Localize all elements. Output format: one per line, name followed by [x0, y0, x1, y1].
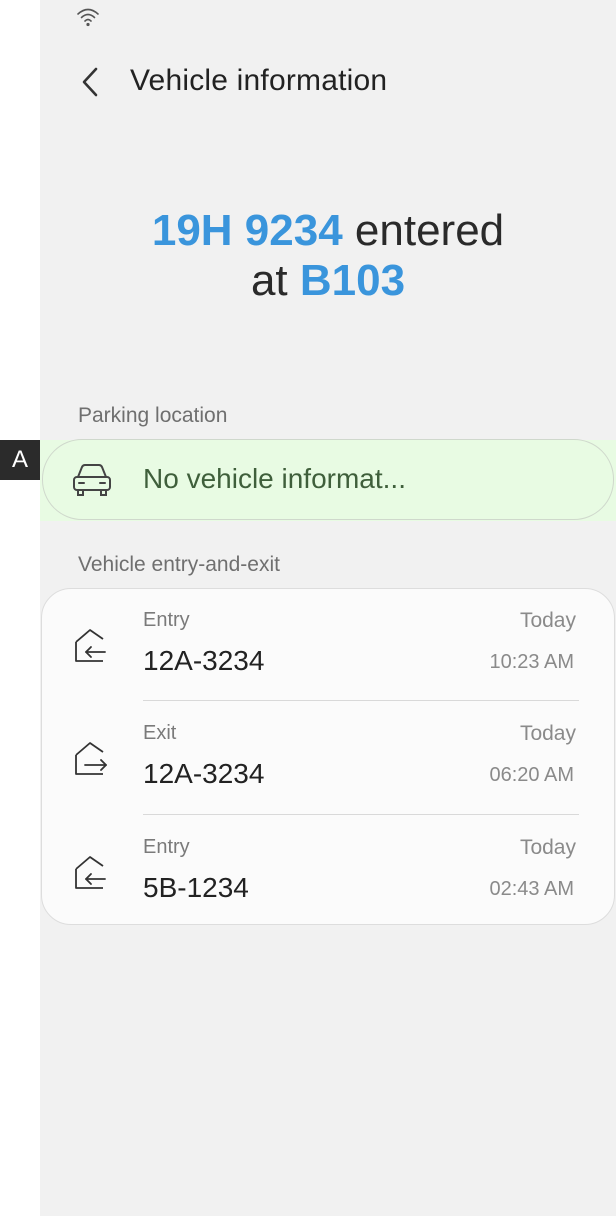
- summary-entered-text: entered: [354, 206, 505, 255]
- parking-status-text: No vehicle informat...: [143, 463, 406, 494]
- app-screen: Vehicle information 19H 9234 entered at …: [40, 0, 616, 1216]
- summary-at-text: at: [250, 256, 288, 305]
- entry-type: Entry: [143, 609, 190, 631]
- entry-exit-list: Entry 12A-3234 Today 10:23 AM Exit 12A-3…: [41, 588, 615, 925]
- summary-location: B103: [299, 256, 406, 305]
- entry-type: Entry: [143, 836, 190, 858]
- divider: [143, 814, 579, 815]
- entry-summary: 19H 9234 entered at B103: [40, 206, 616, 306]
- entry-icon: [75, 629, 106, 662]
- vehicle-entry-exit-label: Vehicle entry-and-exit: [78, 553, 280, 576]
- entry-time: 06:20 AM: [489, 764, 574, 786]
- entry-type: Exit: [143, 722, 177, 744]
- summary-plate: 19H 9234: [151, 206, 343, 255]
- wifi-icon: [77, 8, 99, 27]
- entry-day: Today: [519, 609, 576, 632]
- entry-time: 02:43 AM: [489, 878, 574, 900]
- chevron-left-icon: [82, 67, 98, 97]
- entry-icon: [75, 856, 106, 889]
- app-header: Vehicle information: [40, 52, 616, 112]
- entry-day: Today: [519, 722, 576, 745]
- parking-location-label: Parking location: [78, 404, 228, 427]
- annotation-marker-a: A: [0, 440, 40, 480]
- plate-number: 5B-1234: [143, 872, 249, 903]
- page-title: Vehicle information: [130, 64, 388, 97]
- entry-time: 10:23 AM: [489, 651, 574, 673]
- status-bar: [76, 6, 100, 28]
- list-item[interactable]: Entry 5B-1234 Today 02:43 AM: [42, 816, 614, 924]
- plate-number: 12A-3234: [143, 758, 265, 789]
- list-item[interactable]: Exit 12A-3234 Today 06:20 AM: [42, 702, 614, 815]
- exit-icon: [75, 742, 107, 775]
- list-item[interactable]: Entry 12A-3234 Today 10:23 AM: [42, 589, 614, 702]
- car-icon: [73, 464, 111, 496]
- entry-day: Today: [519, 836, 576, 859]
- divider: [143, 700, 579, 701]
- back-button[interactable]: [68, 60, 112, 104]
- plate-number: 12A-3234: [143, 645, 265, 676]
- parking-location-card[interactable]: No vehicle informat...: [42, 439, 614, 520]
